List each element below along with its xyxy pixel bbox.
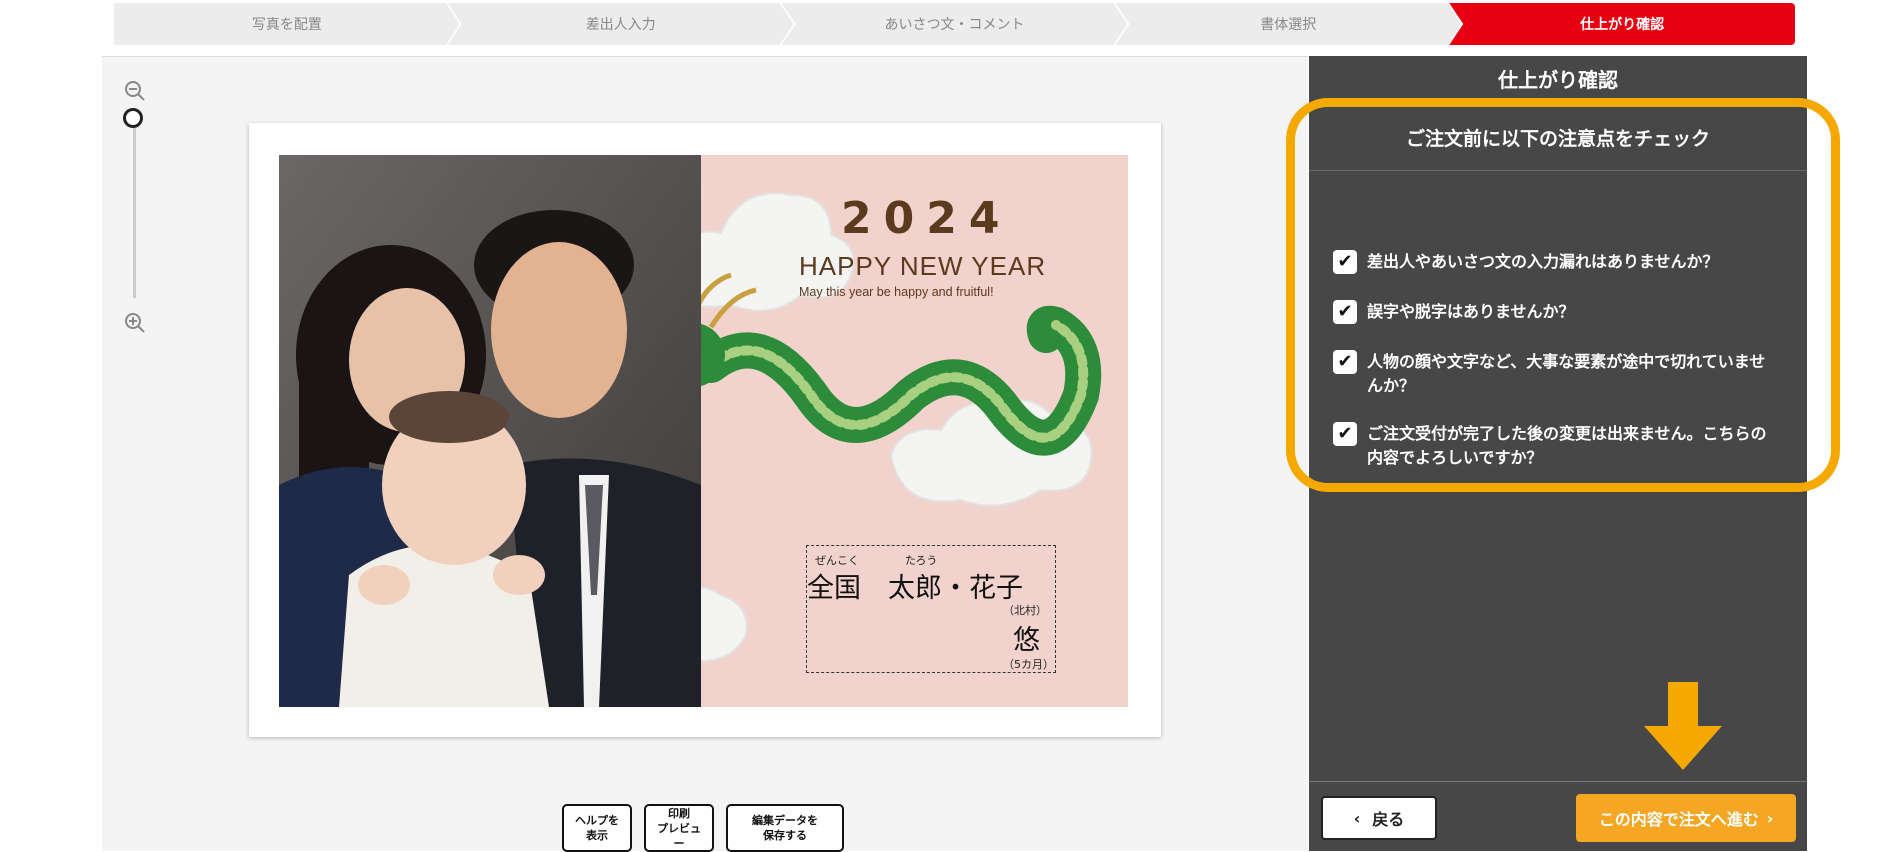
family-photo[interactable] [279, 155, 701, 707]
save-data-button[interactable]: 編集データを 保存する [726, 804, 844, 852]
checkbox-checked-icon[interactable]: ✔ [1333, 350, 1357, 374]
check-item[interactable]: ✔ 誤字や脱字はありませんか？ [1333, 300, 1773, 324]
checklist: ご注文前に以下の注意点をチェック ✔ 差出人やあいさつ文の入力漏れはありませんか… [1309, 108, 1807, 467]
card-tagline: May this year be happy and fruitful! [799, 285, 994, 299]
sender-name-box[interactable]: ぜんこく たろう 全国 太郎・花子 （北村） 悠 （5カ月） [806, 545, 1056, 673]
check-item[interactable]: ✔ 差出人やあいさつ文の入力漏れはありませんか？ [1333, 250, 1773, 274]
help-button[interactable]: ヘルプを 表示 [562, 804, 632, 852]
check-item[interactable]: ✔ ご注文受付が完了した後の変更は出来ません。こちらの内容でよろしいですか？ [1333, 422, 1773, 470]
proceed-order-button[interactable]: この内容で注文へ進む › [1576, 794, 1796, 842]
card-greeting: HAPPY NEW YEAR [799, 251, 1047, 281]
print-preview-button[interactable]: 印刷 プレビュー [644, 804, 714, 852]
step-sender-input[interactable]: 差出人入力 [448, 3, 794, 45]
zoom-knob[interactable] [123, 108, 143, 128]
checkbox-checked-icon[interactable]: ✔ [1333, 422, 1357, 446]
checkbox-checked-icon[interactable]: ✔ [1333, 250, 1357, 274]
sender-names: 全国 太郎・花子 [807, 573, 1023, 604]
checkbox-checked-icon[interactable]: ✔ [1333, 300, 1357, 324]
panel-title: 仕上がり確認 [1498, 68, 1618, 92]
postcard-design: 2024 HAPPY NEW YEAR May this year be hap… [279, 155, 1128, 707]
preview-tools: ヘルプを 表示 印刷 プレビュー 編集データを 保存する [562, 804, 844, 852]
panel-footer: ‹ 戻る この内容で注文へ進む › [1309, 781, 1807, 851]
check-item[interactable]: ✔ 人物の顔や文字など、大事な要素が途中で切れていませんか？ [1333, 350, 1773, 398]
zoom-in-icon[interactable] [123, 312, 147, 336]
maiden-name-note: （北村） [1003, 604, 1047, 617]
step-greeting-comment[interactable]: あいさつ文・コメント [782, 3, 1128, 45]
arrow-down-icon [1644, 682, 1722, 770]
zoom-slider [120, 80, 150, 340]
chevron-left-icon: ‹ [1353, 808, 1361, 828]
step-final-check[interactable]: 仕上がり確認 [1449, 3, 1795, 45]
card-year: 2024 [841, 193, 1012, 244]
greeting-panel: 2024 HAPPY NEW YEAR May this year be hap… [701, 155, 1128, 707]
chevron-right-icon: › [1766, 808, 1774, 828]
child-age-note: （5カ月） [1003, 658, 1054, 671]
child-name: 悠 [1013, 625, 1040, 656]
back-button[interactable]: ‹ 戻る [1321, 796, 1437, 840]
zoom-track[interactable] [133, 120, 136, 298]
step-font-select[interactable]: 書体選択 [1115, 3, 1461, 45]
step-place-photo[interactable]: 写真を配置 [114, 3, 460, 45]
zoom-out-icon[interactable] [123, 80, 147, 104]
step-progress-bar: 写真を配置 差出人入力 あいさつ文・コメント 書体選択 仕上がり確認 [114, 3, 1795, 45]
confirm-panel: 仕上がり確認 ご注文前に以下の注意点をチェック ✔ 差出人やあいさつ文の入力漏れ… [1309, 56, 1807, 850]
checklist-heading: ご注文前に以下の注意点をチェック [1309, 108, 1807, 171]
postcard-preview: 2024 HAPPY NEW YEAR May this year be hap… [249, 123, 1161, 737]
